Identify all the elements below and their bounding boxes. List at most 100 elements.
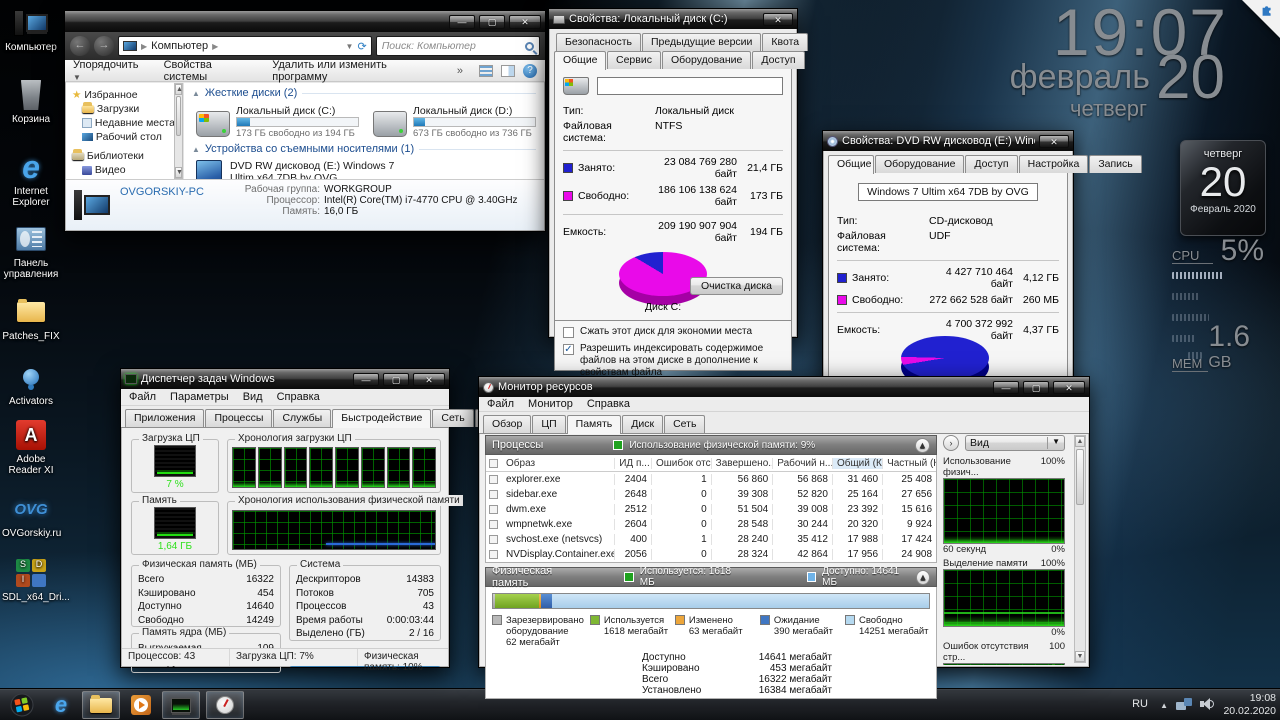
expand-panel-icon[interactable]: ›: [943, 435, 959, 451]
process-row[interactable]: explorer.exe2404156 86056 86831 46025 40…: [486, 472, 936, 487]
desktop-icon-computer[interactable]: Компьютер: [2, 6, 60, 53]
group-header-removable[interactable]: ▲Устройства со съемными носителями (1): [192, 143, 536, 155]
tab-customize[interactable]: Настройка: [1019, 155, 1089, 173]
drive-c-item[interactable]: Локальный диск (C:) 173 ГБ свободно из 1…: [196, 105, 359, 139]
menu-file[interactable]: Файл: [487, 398, 514, 410]
column-header[interactable]: Частный (КБ): [883, 458, 936, 469]
minimize-button[interactable]: —: [993, 381, 1019, 394]
column-header[interactable]: Образ: [502, 458, 615, 469]
explorer-titlebar[interactable]: — ▢ ✕: [65, 11, 545, 32]
close-button[interactable]: ✕: [1039, 135, 1069, 148]
view-dropdown[interactable]: Вид▼: [965, 435, 1065, 451]
tab-general[interactable]: Общие: [828, 155, 874, 174]
menu-view[interactable]: Вид: [243, 391, 263, 403]
column-header[interactable]: Ошибок отс...: [652, 458, 712, 469]
properties-e-titlebar[interactable]: Свойства: DVD RW дисковод (E:) Windows 7…: [823, 131, 1073, 151]
tab-services[interactable]: Службы: [273, 409, 331, 427]
tab-memory[interactable]: Память: [567, 415, 622, 434]
tab-hardware[interactable]: Оборудование: [875, 155, 964, 173]
group-header-hdd[interactable]: ▲Жесткие диски (2): [192, 87, 536, 99]
menu-help[interactable]: Справка: [587, 398, 630, 410]
desktop-icon-control-panel[interactable]: Панель управления: [2, 222, 60, 280]
column-header[interactable]: Рабочий н...: [773, 458, 833, 469]
maximize-button[interactable]: ▢: [1023, 381, 1049, 394]
taskbar-wmp[interactable]: [126, 691, 156, 719]
scroll-thumb[interactable]: [1076, 449, 1084, 505]
collapse-icon[interactable]: ▲: [915, 438, 930, 453]
sidebar-item-downloads[interactable]: Загрузки: [72, 103, 183, 115]
taskbar-resmon[interactable]: [206, 691, 244, 719]
tray-language[interactable]: RU: [1132, 698, 1148, 710]
taskbar-explorer[interactable]: [82, 691, 120, 719]
properties-c-titlebar[interactable]: Свойства: Локальный диск (C:) ✕: [549, 9, 797, 29]
process-row[interactable]: dwm.exe2512051 50439 00823 39215 616: [486, 502, 936, 517]
sidebar-item-desktop[interactable]: Рабочий стол: [72, 131, 183, 143]
system-properties-button[interactable]: Свойства системы: [164, 59, 257, 83]
process-row[interactable]: wmpnetwk.exe2604028 54830 24420 3209 924: [486, 517, 936, 532]
process-row[interactable]: NVDisplay.Container.exe2056028 32442 864…: [486, 547, 936, 562]
address-dropdown-icon[interactable]: ▼: [346, 42, 354, 51]
tab-quota[interactable]: Квота: [762, 33, 808, 51]
tab-applications[interactable]: Приложения: [125, 409, 204, 427]
volume-label-input[interactable]: Windows 7 Ultim x64 7DB by OVG: [858, 183, 1038, 201]
tab-networking[interactable]: Сеть: [432, 409, 473, 427]
tab-processes[interactable]: Процессы: [205, 409, 272, 427]
views-icon[interactable]: [479, 65, 493, 77]
sidebar-item-libraries[interactable]: Библиотеки: [72, 150, 183, 162]
search-box[interactable]: Поиск: Компьютер: [376, 36, 540, 56]
tab-recording[interactable]: Запись: [1089, 155, 1141, 173]
maximize-button[interactable]: ▢: [383, 373, 409, 386]
preview-pane-icon[interactable]: [501, 65, 515, 77]
mem-widget[interactable]: MEM 1.6 GB: [1172, 320, 1264, 372]
tab-disk[interactable]: Диск: [622, 415, 663, 433]
index-checkbox-label[interactable]: Разрешить индексировать содержимое файло…: [580, 343, 783, 379]
minimize-button[interactable]: —: [449, 15, 475, 29]
refresh-icon[interactable]: ⟳: [357, 40, 366, 53]
process-row[interactable]: sidebar.exe2648039 30852 82025 16427 656: [486, 487, 936, 502]
scroll-up-icon[interactable]: ▲: [175, 84, 182, 95]
desktop-icon-internet-explorer[interactable]: e Internet Explorer: [2, 150, 60, 208]
toolbar-more[interactable]: »: [457, 65, 463, 77]
minimize-button[interactable]: —: [353, 373, 379, 386]
scroll-up-icon[interactable]: ▲: [1075, 436, 1085, 447]
desktop-icon-activators[interactable]: Activators: [2, 360, 60, 407]
tab-general[interactable]: Общие: [554, 51, 606, 70]
puzzle-icon[interactable]: [1261, 3, 1277, 19]
column-header[interactable]: Завершено...: [712, 458, 774, 469]
start-button[interactable]: [6, 691, 38, 719]
tab-cpu[interactable]: ЦП: [532, 415, 565, 433]
network-icon[interactable]: [1176, 698, 1192, 710]
memory-section-header[interactable]: Физическая память Используется: 1618 МБ …: [485, 567, 937, 587]
breadcrumb-arrow[interactable]: ▶: [212, 42, 218, 51]
dvd-item[interactable]: DVD RW дисковод (E:) Windows 7Ultim x64 …: [196, 160, 446, 179]
resmon-scrollbar[interactable]: ▲ ▼: [1074, 435, 1086, 663]
close-button[interactable]: ✕: [763, 13, 793, 26]
collapse-icon[interactable]: ▲: [916, 570, 930, 585]
tab-network[interactable]: Сеть: [664, 415, 705, 433]
menu-monitor[interactable]: Монитор: [528, 398, 573, 410]
disk-cleanup-button[interactable]: Очистка диска: [690, 277, 783, 295]
menu-options[interactable]: Параметры: [170, 391, 229, 403]
breadcrumb-arrow[interactable]: ▶: [141, 42, 147, 51]
close-button[interactable]: ✕: [413, 373, 445, 386]
scroll-down-icon[interactable]: ▼: [175, 167, 182, 178]
scroll-thumb[interactable]: [176, 96, 181, 136]
tab-sharing[interactable]: Доступ: [752, 51, 804, 69]
resmon-titlebar[interactable]: Монитор ресурсов — ▢ ✕: [479, 377, 1089, 397]
desktop-icon-ovgorskiy[interactable]: OVG OVGorskiy.ru: [2, 492, 60, 539]
forward-button[interactable]: →: [94, 36, 114, 56]
tab-security[interactable]: Безопасность: [556, 33, 641, 51]
tray-clock[interactable]: 19:08 20.02.2020: [1223, 692, 1276, 718]
process-row[interactable]: svchost.exe (netsvcs)400128 24035 41217 …: [486, 532, 936, 547]
tab-performance[interactable]: Быстродействие: [332, 409, 431, 428]
compress-checkbox-label[interactable]: Сжать этот диск для экономии места: [580, 326, 752, 337]
select-all-checkbox[interactable]: [489, 459, 498, 468]
volume-label-input[interactable]: [597, 77, 783, 95]
uninstall-button[interactable]: Удалить или изменить программу: [272, 59, 441, 83]
desktop-icon-patches-fix[interactable]: Patches_FIX: [2, 295, 60, 342]
column-header[interactable]: ИД п...: [615, 458, 652, 469]
tab-previous-versions[interactable]: Предыдущие версии: [642, 33, 761, 51]
tab-sharing[interactable]: Доступ: [965, 155, 1017, 173]
organize-menu[interactable]: Упорядочить ▼: [73, 59, 148, 83]
maximize-button[interactable]: ▢: [479, 15, 505, 29]
